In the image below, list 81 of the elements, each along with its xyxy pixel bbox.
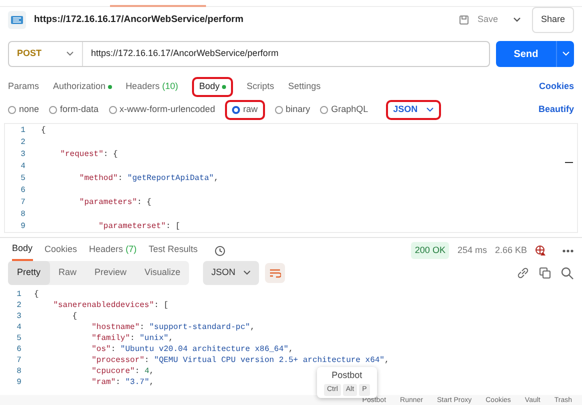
line-number: 4	[20, 161, 26, 173]
line-number: 4	[16, 322, 22, 333]
request-tab[interactable]: Body	[192, 77, 233, 97]
body-type-radio[interactable]: form-data	[49, 103, 99, 117]
response-size: 2.66 KB	[494, 244, 527, 257]
code-line: "cpucore": 4,	[90, 366, 154, 377]
code-line: "ram": "3.7",	[90, 377, 154, 388]
share-button[interactable]: Share	[532, 7, 574, 33]
response-time: 254 ms	[457, 244, 487, 257]
send-options-caret[interactable]	[556, 41, 574, 67]
line-number: 3	[16, 311, 22, 322]
scroll-marker	[565, 162, 573, 163]
beautify-link[interactable]: Beautify	[538, 103, 574, 117]
caret-icon[interactable]	[66, 51, 74, 57]
history-icon[interactable]	[214, 244, 226, 256]
format-dropdown[interactable]: JSON	[386, 100, 441, 120]
view-mode-tab[interactable]: Raw	[50, 261, 86, 285]
body-type-radio[interactable]: binary	[274, 103, 310, 117]
more-icon[interactable]	[562, 248, 574, 252]
response-tab[interactable]: Test Results	[148, 241, 198, 260]
link-icon[interactable]	[516, 266, 530, 280]
body-type-radio[interactable]: raw	[225, 100, 265, 120]
line-number: 5	[16, 333, 22, 344]
caret-icon[interactable]	[512, 16, 522, 24]
code-line: "family": "unix",	[90, 333, 174, 344]
code-line: "hostname": "support-standard-pc",	[90, 322, 255, 333]
code-line: "processor": "QEMU Virtual CPU version 2.5+ architecture x64",	[90, 355, 390, 366]
caret-icon	[243, 270, 252, 276]
request-tab[interactable]: Scripts	[246, 78, 274, 96]
line-number: 2	[20, 137, 26, 149]
body-type-radio[interactable]: x-www-form-urlencoded	[108, 103, 216, 117]
view-mode-tab[interactable]: Pretty	[8, 261, 50, 285]
code-line: "method": "getReportApiData",	[78, 173, 219, 185]
code-line: "parameterset": [	[98, 221, 180, 232]
method-dropdown[interactable]: POST	[9, 42, 83, 66]
response-tab[interactable]: Cookies	[44, 241, 78, 260]
copy-icon[interactable]	[538, 266, 552, 280]
code-line: {	[71, 311, 78, 322]
view-mode-tab[interactable]: Preview	[86, 261, 136, 285]
code-line: "parameters": {	[78, 197, 152, 209]
response-tab[interactable]: Headers (7)	[89, 241, 137, 260]
line-number: 2	[16, 300, 22, 311]
line-number: 6	[16, 344, 22, 355]
line-number: 7	[20, 197, 26, 209]
wrap-lines-button[interactable]	[265, 263, 286, 283]
line-number: 8	[20, 209, 26, 221]
globe-warning-icon[interactable]	[535, 245, 546, 256]
line-number: 7	[16, 355, 22, 366]
code-line: {	[34, 289, 39, 300]
request-tab[interactable]: Headers (10)	[126, 78, 178, 96]
status-badge: 200 OK	[410, 242, 450, 260]
tooltip-title: Postbot	[330, 369, 364, 382]
search-icon[interactable]	[560, 266, 574, 280]
format-dropdown[interactable]: JSON	[203, 261, 260, 285]
http-request-icon	[8, 11, 26, 29]
view-mode-tab[interactable]: Visualize	[136, 261, 190, 285]
cookies-link[interactable]: Cookies	[538, 80, 574, 94]
line-number: 3	[20, 149, 26, 161]
request-tab[interactable]: Authorization	[53, 78, 112, 96]
code-line: "request": {	[59, 149, 118, 161]
line-number: 6	[20, 185, 26, 197]
line-number: 9	[16, 377, 22, 388]
request-title: https://172.16.16.17/AncorWebService/perform	[34, 12, 244, 27]
line-number: 5	[20, 173, 26, 185]
body-type-radio[interactable]: GraphQL	[320, 103, 368, 117]
line-number: 1	[16, 289, 22, 300]
url-field[interactable]: POST https://172.16.16.17/AncorWebService/perform	[8, 41, 490, 67]
wrap-lines-icon	[269, 268, 282, 278]
save-button[interactable]: Save	[473, 13, 502, 27]
code-line: {	[41, 125, 46, 137]
request-tab[interactable]: Settings	[288, 78, 321, 96]
code-line: "os": "Ubuntu v20.04 architecture x86_64",	[90, 344, 294, 355]
request-tab[interactable]: Params	[8, 78, 40, 96]
line-number: 1	[20, 125, 26, 137]
caret-icon	[426, 107, 434, 113]
line-number: 8	[16, 366, 22, 377]
body-type-radio[interactable]: none	[8, 103, 40, 117]
send-button[interactable]: Send	[496, 41, 556, 67]
save-icon	[459, 15, 470, 25]
line-number: 9	[20, 221, 26, 232]
code-line: "sanerenableddevices": [	[52, 300, 168, 311]
